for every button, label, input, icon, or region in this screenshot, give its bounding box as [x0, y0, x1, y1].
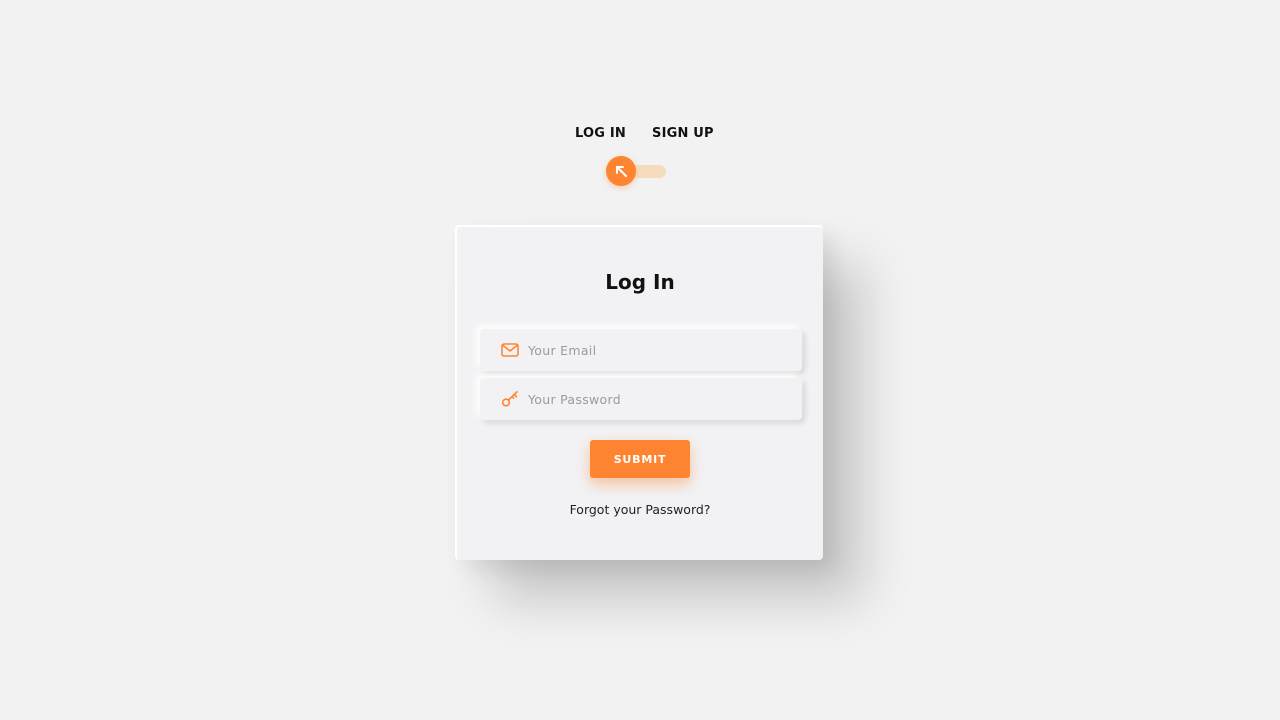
email-input[interactable]	[528, 329, 788, 371]
email-field[interactable]	[480, 329, 802, 371]
forgot-password-link[interactable]: Forgot your Password?	[457, 502, 823, 517]
login-signup-toggle[interactable]	[606, 156, 666, 186]
arrow-up-left-icon	[616, 166, 627, 177]
mail-icon	[501, 343, 519, 357]
password-field[interactable]	[480, 378, 802, 420]
login-mode-label[interactable]: LOG IN	[575, 126, 626, 141]
toggle-knob[interactable]	[606, 156, 636, 186]
login-card: Log In SUBMIT Forgot your Password?	[455, 225, 823, 560]
card-title: Log In	[605, 270, 675, 294]
auth-page: LOG IN SIGN UP Log In Your Email SUBMIT …	[0, 0, 1280, 720]
key-icon	[501, 390, 518, 407]
submit-button[interactable]: SUBMIT	[590, 440, 690, 478]
password-input[interactable]	[528, 378, 788, 420]
mode-labels: LOG IN SIGN UP	[0, 126, 1280, 146]
signup-mode-label[interactable]: SIGN UP	[652, 126, 714, 141]
